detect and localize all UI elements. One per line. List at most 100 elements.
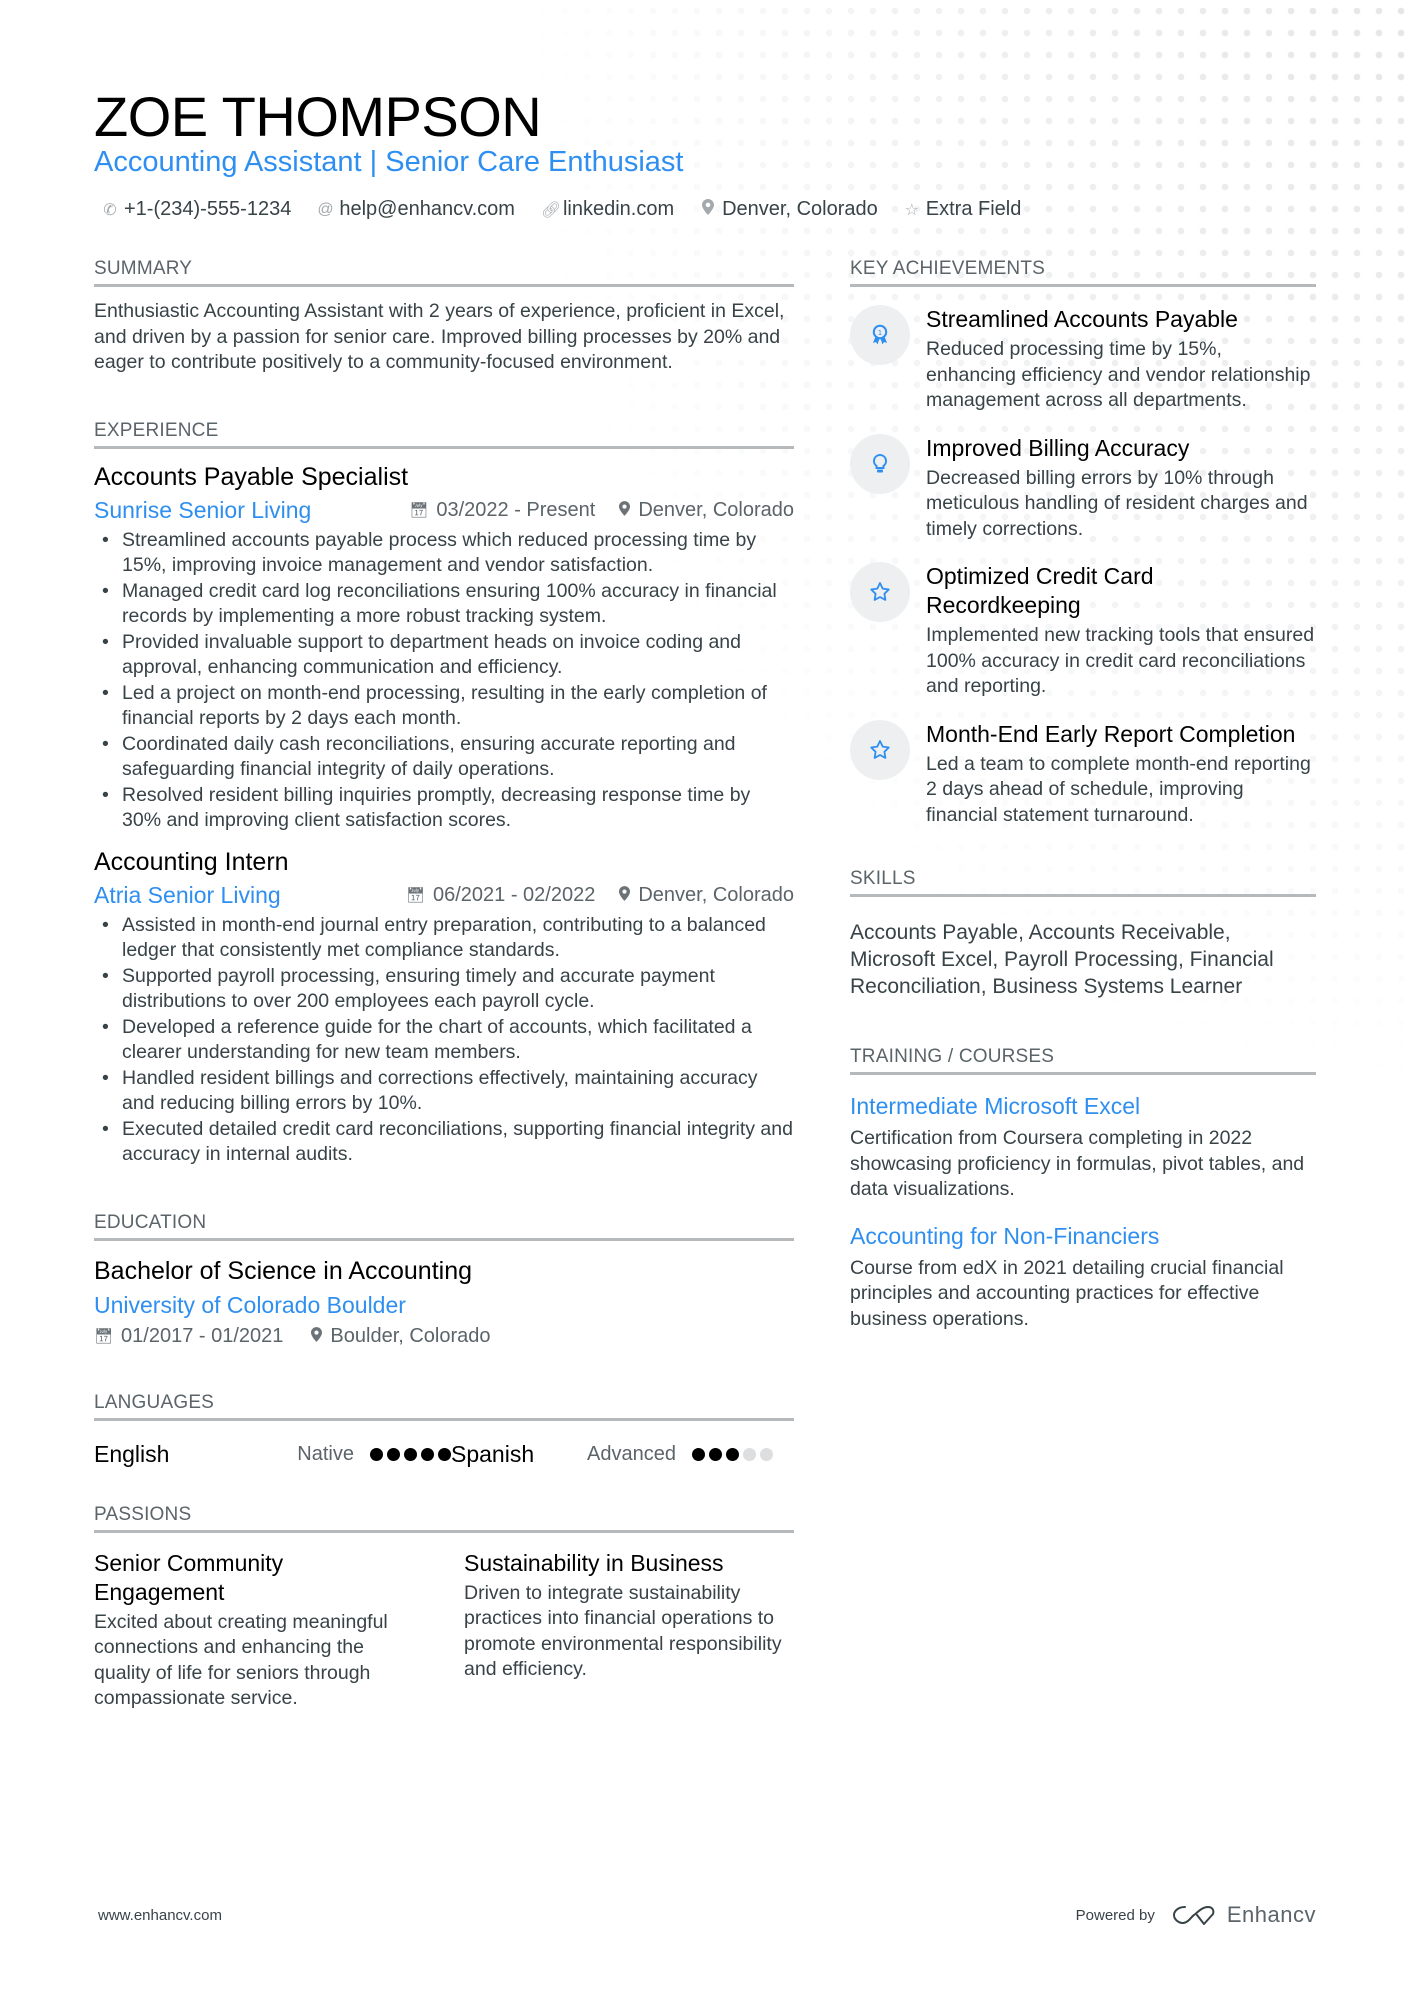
languages-section: LANGUAGES English Native Spanish Advance… (94, 1392, 794, 1468)
passion-item: Sustainability in Business Driven to int… (464, 1549, 792, 1712)
section-heading-training: TRAINING / COURSES (850, 1046, 1316, 1075)
bullet-item: Provided invaluable support to departmen… (94, 630, 794, 681)
right-column: KEY ACHIEVEMENTS 1 Streamlined Accounts … (850, 258, 1316, 1332)
achievement-item: 1 Streamlined Accounts Payable Reduced p… (850, 305, 1316, 414)
job-entry: Accounting Intern Atria Senior Living 📅︎… (94, 848, 794, 1168)
company-name[interactable]: Sunrise Senior Living (94, 497, 385, 524)
bullet-item: Assisted in month-end journal entry prep… (94, 913, 794, 964)
contact-linkedin[interactable]: 🔗︎ linkedin.com (541, 198, 674, 221)
course-title[interactable]: Intermediate Microsoft Excel (850, 1093, 1316, 1120)
powered-by-label: Powered by (1075, 1906, 1155, 1924)
contact-phone-text: +1-(234)-555-1234 (124, 198, 292, 220)
achievements-section: KEY ACHIEVEMENTS 1 Streamlined Accounts … (850, 258, 1316, 828)
calendar-icon: 📅︎ (405, 887, 425, 904)
achievement-description: Implemented new tracking tools that ensu… (926, 624, 1315, 697)
course-title[interactable]: Accounting for Non-Financiers (850, 1223, 1316, 1250)
job-meta: Atria Senior Living 📅︎ 06/2021 - 02/2022… (94, 882, 794, 909)
candidate-title: Accounting Assistant | Senior Care Enthu… (94, 146, 684, 178)
rating-dot-filled (438, 1447, 451, 1461)
rating-dot-empty (760, 1447, 773, 1461)
job-meta: Sunrise Senior Living 📅︎ 03/2022 - Prese… (94, 497, 794, 524)
achievement-content: Improved Billing Accuracy Decreased bill… (926, 434, 1316, 543)
job-bullets: Streamlined accounts payable process whi… (94, 528, 794, 834)
enhancv-logo[interactable]: Enhancv (1171, 1902, 1316, 1928)
calendar-icon: 📅︎ (409, 502, 429, 519)
location-pin-icon (311, 1325, 323, 1348)
brand-name: Enhancv (1226, 1902, 1316, 1927)
award-ribbon-icon: 1 (850, 305, 910, 365)
rating-dot-filled (421, 1447, 434, 1461)
job-dates-text: 06/2021 - 02/2022 (432, 883, 596, 906)
star-icon: ☆ (904, 201, 919, 219)
passion-title: Sustainability in Business (464, 1549, 724, 1576)
at-icon: @ (317, 200, 334, 218)
bullet-item: Handled resident billings and correction… (94, 1066, 794, 1117)
passion-title: Senior Community Engagement (94, 1549, 284, 1605)
enhancv-logo-icon (1172, 1906, 1215, 1925)
language-name: Spanish (451, 1440, 535, 1467)
rating-dot-filled (692, 1447, 705, 1461)
achievement-item: Month-End Early Report Completion Led a … (850, 719, 1316, 829)
section-heading-achievements: KEY ACHIEVEMENTS (850, 258, 1316, 287)
contact-location-text: Denver, Colorado (722, 198, 878, 220)
contact-bar: ✆ +1-(234)-555-1234 @ help@enhancv.com 🔗… (102, 198, 1021, 221)
achievement-item: Improved Billing Accuracy Decreased bill… (850, 433, 1316, 543)
achievement-title: Month-End Early Report Completion (926, 720, 1296, 747)
job-dates: 📅︎ 03/2022 - Present (409, 499, 595, 522)
svg-text:1: 1 (878, 329, 882, 337)
rating-dot-filled (709, 1447, 722, 1461)
language-item: English Native (94, 1441, 451, 1468)
star-icon (850, 562, 910, 622)
education-dates-text: 01/2017 - 01/2021 (121, 1324, 284, 1347)
course-item: Accounting for Non-Financiers Course fro… (850, 1223, 1316, 1333)
left-column: SUMMARY Enthusiastic Accounting Assistan… (94, 258, 794, 1712)
footer-url[interactable]: www.enhancv.com (98, 1907, 222, 1924)
course-description: Certification from Coursera completing i… (850, 1127, 1305, 1200)
contact-phone[interactable]: ✆ +1-(234)-555-1234 (102, 198, 291, 221)
section-heading-passions: PASSIONS (94, 1504, 794, 1533)
candidate-name: ZOE THOMPSON (94, 85, 542, 148)
job-location: Denver, Colorado (619, 884, 794, 907)
language-rating (692, 1447, 773, 1461)
education-meta: 📅︎ 01/2017 - 01/2021 Boulder, Colorado (94, 1325, 794, 1348)
job-entry: Accounts Payable Specialist Sunrise Seni… (94, 463, 794, 834)
passions-section: PASSIONS Senior Community Engagement Exc… (94, 1504, 794, 1712)
rating-dot-filled (726, 1447, 739, 1461)
passion-description: Driven to integrate sustainability pract… (464, 1581, 782, 1681)
achievement-title: Optimized Credit Card Recordkeeping (926, 563, 1154, 618)
section-heading-languages: LANGUAGES (94, 1392, 794, 1421)
bullet-item: Developed a reference guide for the char… (94, 1015, 794, 1066)
company-name[interactable]: Atria Senior Living (94, 882, 382, 909)
skills-list: Accounts Payable, Accounts Receivable, M… (850, 921, 1274, 998)
job-bullets: Assisted in month-end journal entry prep… (94, 913, 794, 1168)
school-name[interactable]: University of Colorado Boulder (94, 1292, 794, 1319)
rating-dot-filled (387, 1447, 400, 1461)
education-dates: 📅︎ 01/2017 - 01/2021 (94, 1325, 283, 1348)
achievement-description: Reduced processing time by 15%, enhancin… (926, 338, 1311, 411)
achievement-description: Decreased billing errors by 10% through … (926, 466, 1308, 540)
section-heading-education: EDUCATION (94, 1212, 794, 1241)
location-pin-icon (700, 199, 716, 220)
contact-linkedin-text: linkedin.com (562, 198, 675, 220)
bullet-item: Streamlined accounts payable process whi… (94, 528, 794, 579)
summary-text: Enthusiastic Accounting Assistant with 2… (94, 300, 785, 373)
education-location: Boulder, Colorado (311, 1325, 491, 1348)
achievement-content: Month-End Early Report Completion Led a … (926, 720, 1316, 829)
contact-location: Denver, Colorado (700, 198, 878, 221)
location-pin-icon (619, 500, 631, 520)
contact-email[interactable]: @ help@enhancv.com (317, 198, 515, 221)
contact-email-text: help@enhancv.com (339, 198, 515, 220)
language-rating (370, 1447, 451, 1461)
location-pin-icon (619, 885, 631, 905)
degree-title: Bachelor of Science in Accounting (94, 1256, 473, 1285)
language-name: English (94, 1440, 170, 1467)
footer: www.enhancv.com Powered by Enhancv (98, 1902, 1316, 1928)
link-icon: 🔗︎ (540, 201, 562, 219)
section-heading-experience: EXPERIENCE (94, 420, 794, 449)
job-location-text: Denver, Colorado (638, 498, 794, 521)
achievement-content: Optimized Credit Card Recordkeeping Impl… (926, 562, 1316, 700)
rating-dot-filled (404, 1447, 417, 1461)
job-location: Denver, Colorado (619, 499, 794, 522)
job-dates: 📅︎ 06/2021 - 02/2022 (406, 884, 595, 907)
experience-section: EXPERIENCE Accounts Payable Specialist S… (94, 420, 794, 1168)
